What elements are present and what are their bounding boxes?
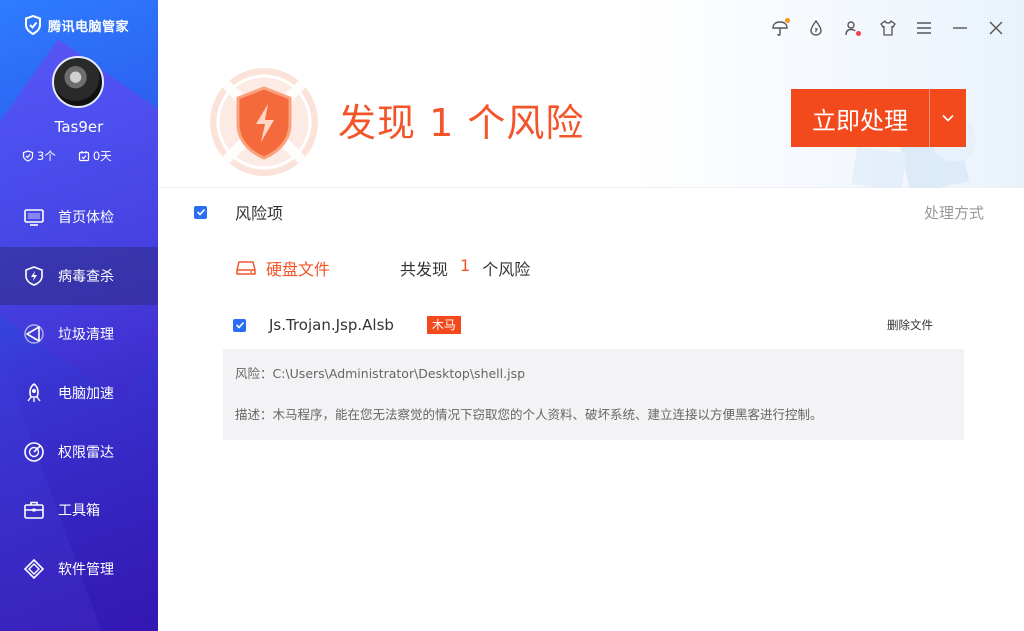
- account-button[interactable]: [842, 18, 862, 38]
- threat-description: 描述：木马程序，能在您无法察觉的情况下窃取您的个人资料、破坏系统、建立连接以方便…: [235, 407, 823, 422]
- risk-stat[interactable]: 3个: [22, 148, 56, 164]
- threat-name: Js.Trojan.Jsp.Alsb: [269, 316, 394, 334]
- risk-items-heading: 风险项: [235, 204, 284, 223]
- tshirt-icon: [880, 20, 896, 36]
- window-toolbar: [770, 18, 1006, 38]
- skin-umbrella-button[interactable]: [770, 18, 790, 38]
- sidebar: 腾讯电脑管家 Tas9er 3个 0天 首页体检 病毒查杀 垃圾清理 电脑加速 …: [0, 0, 158, 631]
- sidebar-item-software[interactable]: 软件管理: [0, 540, 158, 599]
- days-stat[interactable]: 0天: [78, 148, 112, 164]
- sidebar-item-label: 垃圾清理: [58, 327, 114, 344]
- sidebar-item-speedup[interactable]: 电脑加速: [0, 364, 158, 423]
- username: Tas9er: [54, 118, 104, 136]
- delete-file-action[interactable]: 删除文件: [887, 317, 933, 333]
- header-band: 发现 1 个风险 立即处理: [158, 0, 1024, 188]
- fix-now-label: 立即处理: [812, 106, 908, 135]
- close-icon: [989, 21, 1003, 35]
- notification-dot: [856, 31, 861, 36]
- threat-detail-panel: 风险：C:\Users\Administrator\Desktop\shell.…: [223, 349, 964, 440]
- close-button[interactable]: [986, 18, 1006, 38]
- sidebar-item-toolbox[interactable]: 工具箱: [0, 481, 158, 540]
- toolbox-icon: [24, 501, 44, 520]
- calendar-check-icon: [78, 151, 89, 162]
- select-all-checkbox[interactable]: [194, 205, 207, 219]
- user-stats: 3个 0天: [22, 148, 112, 164]
- rocket-icon: [27, 383, 41, 403]
- risk-stat-value: 3个: [37, 149, 56, 163]
- sidebar-item-checkup[interactable]: 首页体检: [0, 188, 158, 247]
- sidebar-item-label: 软件管理: [58, 561, 114, 578]
- main-panel: 发现 1 个风险 立即处理 风险项 处理方式 硬盘文件 共发现 1 个风险 Js…: [158, 0, 1024, 631]
- radar-icon: [24, 441, 44, 462]
- fix-now-button[interactable]: 立即处理: [791, 89, 966, 147]
- list-item: Js.Trojan.Jsp.Alsb 木马 删除文件: [233, 316, 933, 334]
- summary-prefix: 共发现: [400, 260, 449, 279]
- fix-options-dropdown[interactable]: [930, 89, 966, 147]
- risk-count: 1: [460, 256, 471, 275]
- shield-logo-icon: [25, 15, 41, 35]
- water-drop-button[interactable]: [806, 18, 826, 38]
- checkmark-icon: [235, 321, 244, 329]
- skin-button[interactable]: [878, 18, 898, 38]
- category-name: 硬盘文件: [266, 260, 331, 279]
- sidebar-item-label: 工具箱: [58, 503, 100, 520]
- broom-icon: [24, 324, 44, 345]
- sidebar-item-label: 电脑加速: [58, 386, 114, 403]
- drop-icon: [810, 19, 822, 36]
- sidebar-item-label: 首页体检: [58, 210, 114, 227]
- sidebar-nav: 首页体检 病毒查杀 垃圾清理 电脑加速 权限雷达 工具箱 软件管理: [0, 188, 158, 598]
- shield-check-icon: [22, 150, 34, 162]
- sidebar-item-label: 病毒查杀: [58, 268, 114, 285]
- risk-category: 硬盘文件 共发现 1 个风险: [236, 256, 530, 280]
- app-title: 腾讯电脑管家: [48, 19, 130, 35]
- page-title: 发现 1 个风险: [338, 101, 585, 145]
- chevron-down-icon: [942, 114, 954, 122]
- sidebar-item-permission-radar[interactable]: 权限雷达: [0, 422, 158, 481]
- apps-icon: [23, 558, 45, 579]
- threat-path: 风险：C:\Users\Administrator\Desktop\shell.…: [235, 366, 526, 381]
- hard-drive-icon: [236, 261, 256, 275]
- minimize-button[interactable]: [950, 18, 970, 38]
- summary-suffix: 个风险: [482, 260, 531, 279]
- menu-icon: [917, 22, 931, 34]
- risk-shield-icon: [210, 68, 318, 176]
- risk-list-header: 风险项 处理方式: [194, 200, 984, 224]
- sidebar-item-cleanup[interactable]: 垃圾清理: [0, 305, 158, 364]
- menu-button[interactable]: [914, 18, 934, 38]
- sidebar-item-virus-scan[interactable]: 病毒查杀: [0, 246, 158, 306]
- notification-dot: [785, 18, 790, 23]
- days-stat-value: 0天: [92, 149, 112, 163]
- threat-type-badge: 木马: [426, 316, 461, 334]
- category-summary: 共发现 1 个风险: [400, 256, 530, 280]
- monitor-icon: [24, 209, 44, 227]
- app-brand: 腾讯电脑管家: [24, 15, 129, 35]
- minimize-icon: [953, 27, 967, 29]
- handling-method-heading: 处理方式: [923, 203, 984, 222]
- item-checkbox[interactable]: [233, 318, 246, 332]
- avatar[interactable]: [52, 56, 104, 108]
- checkmark-icon: [196, 208, 205, 216]
- lightning-shield-icon: [25, 266, 43, 286]
- sidebar-item-label: 权限雷达: [58, 444, 114, 461]
